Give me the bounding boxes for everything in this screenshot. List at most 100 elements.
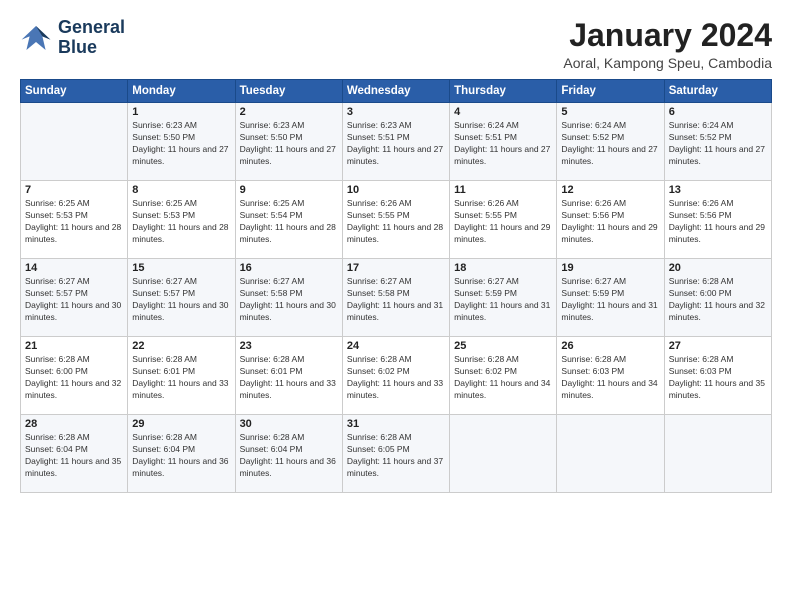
calendar-cell: 5 Sunrise: 6:24 AM Sunset: 5:52 PM Daylig…: [557, 103, 664, 181]
calendar-cell: 17Sunrise: 6:27 AM Sunset: 5:58 PM Dayli…: [342, 259, 449, 337]
day-info: Sunrise: 6:28 AM Sunset: 6:04 PM Dayligh…: [25, 432, 123, 480]
day-info: Sunrise: 6:27 AM Sunset: 5:57 PM Dayligh…: [25, 276, 123, 324]
calendar-cell: [664, 415, 771, 493]
day-info: Sunrise: 6:28 AM Sunset: 6:00 PM Dayligh…: [25, 354, 123, 402]
day-number: 2: [240, 106, 338, 118]
calendar-week-row: 28 Sunrise: 6:28 AM Sunset: 6:04 PM Dayli…: [21, 415, 772, 493]
calendar-week-row: 14 Sunrise: 6:27 AM Sunset: 5:57 PM Dayli…: [21, 259, 772, 337]
title-block: January 2024 Aoral, Kampong Speu, Cambod…: [563, 18, 772, 71]
calendar-cell: 2Sunrise: 6:23 AM Sunset: 5:50 PM Daylig…: [235, 103, 342, 181]
calendar-cell: 16 Sunrise: 6:27 AM Sunset: 5:58 PM Dayli…: [235, 259, 342, 337]
calendar-page: General Blue January 2024 Aoral, Kampong…: [0, 0, 792, 612]
day-number: 18: [454, 262, 552, 274]
weekday-header: Monday: [128, 80, 235, 103]
weekday-header: Saturday: [664, 80, 771, 103]
day-number: 24: [347, 340, 445, 352]
day-info: Sunrise: 6:26 AM Sunset: 5:55 PM Dayligh…: [347, 198, 445, 246]
day-number: 15: [132, 262, 230, 274]
day-info: Sunrise: 6:24 AM Sunset: 5:52 PM Dayligh…: [561, 120, 659, 168]
calendar-cell: 25Sunrise: 6:28 AM Sunset: 6:02 PM Dayli…: [450, 337, 557, 415]
day-number: 5: [561, 106, 659, 118]
day-number: 16: [240, 262, 338, 274]
day-number: 8: [132, 184, 230, 196]
calendar-week-row: 1 Sunrise: 6:23 AM Sunset: 5:50 PM Daylig…: [21, 103, 772, 181]
day-number: 13: [669, 184, 767, 196]
calendar-cell: 19 Sunrise: 6:27 AM Sunset: 5:59 PM Dayli…: [557, 259, 664, 337]
calendar-cell: 21 Sunrise: 6:28 AM Sunset: 6:00 PM Dayli…: [21, 337, 128, 415]
calendar-cell: 12Sunrise: 6:26 AM Sunset: 5:56 PM Dayli…: [557, 181, 664, 259]
logo-text: General Blue: [58, 18, 125, 58]
day-number: 31: [347, 418, 445, 430]
day-info: Sunrise: 6:26 AM Sunset: 5:56 PM Dayligh…: [669, 198, 767, 246]
day-number: 20: [669, 262, 767, 274]
calendar-cell: 24Sunrise: 6:28 AM Sunset: 6:02 PM Dayli…: [342, 337, 449, 415]
calendar-cell: 9 Sunrise: 6:25 AM Sunset: 5:54 PM Daylig…: [235, 181, 342, 259]
day-info: Sunrise: 6:25 AM Sunset: 5:53 PM Dayligh…: [132, 198, 230, 246]
calendar-cell: 4 Sunrise: 6:24 AM Sunset: 5:51 PM Daylig…: [450, 103, 557, 181]
day-number: 19: [561, 262, 659, 274]
calendar-week-row: 7 Sunrise: 6:25 AM Sunset: 5:53 PM Daylig…: [21, 181, 772, 259]
day-info: Sunrise: 6:28 AM Sunset: 6:00 PM Dayligh…: [669, 276, 767, 324]
calendar-cell: 15 Sunrise: 6:27 AM Sunset: 5:57 PM Dayli…: [128, 259, 235, 337]
calendar-cell: [21, 103, 128, 181]
day-info: Sunrise: 6:28 AM Sunset: 6:01 PM Dayligh…: [240, 354, 338, 402]
day-info: Sunrise: 6:26 AM Sunset: 5:55 PM Dayligh…: [454, 198, 552, 246]
weekday-header: Friday: [557, 80, 664, 103]
weekday-header: Wednesday: [342, 80, 449, 103]
weekday-header: Thursday: [450, 80, 557, 103]
calendar-cell: 26 Sunrise: 6:28 AM Sunset: 6:03 PM Dayli…: [557, 337, 664, 415]
day-info: Sunrise: 6:28 AM Sunset: 6:04 PM Dayligh…: [240, 432, 338, 480]
day-info: Sunrise: 6:28 AM Sunset: 6:05 PM Dayligh…: [347, 432, 445, 480]
day-info: Sunrise: 6:28 AM Sunset: 6:03 PM Dayligh…: [561, 354, 659, 402]
day-info: Sunrise: 6:27 AM Sunset: 5:57 PM Dayligh…: [132, 276, 230, 324]
logo: General Blue: [20, 18, 125, 58]
calendar-cell: 1 Sunrise: 6:23 AM Sunset: 5:50 PM Daylig…: [128, 103, 235, 181]
day-info: Sunrise: 6:26 AM Sunset: 5:56 PM Dayligh…: [561, 198, 659, 246]
calendar-cell: [557, 415, 664, 493]
calendar-cell: 8 Sunrise: 6:25 AM Sunset: 5:53 PM Daylig…: [128, 181, 235, 259]
day-number: 21: [25, 340, 123, 352]
day-number: 26: [561, 340, 659, 352]
day-number: 1: [132, 106, 230, 118]
header: General Blue January 2024 Aoral, Kampong…: [20, 18, 772, 71]
day-info: Sunrise: 6:28 AM Sunset: 6:03 PM Dayligh…: [669, 354, 767, 402]
logo-line2: Blue: [58, 38, 125, 58]
logo-line1: General: [58, 18, 125, 38]
day-info: Sunrise: 6:28 AM Sunset: 6:02 PM Dayligh…: [454, 354, 552, 402]
day-number: 29: [132, 418, 230, 430]
day-number: 14: [25, 262, 123, 274]
day-info: Sunrise: 6:27 AM Sunset: 5:59 PM Dayligh…: [454, 276, 552, 324]
day-info: Sunrise: 6:24 AM Sunset: 5:51 PM Dayligh…: [454, 120, 552, 168]
day-number: 4: [454, 106, 552, 118]
day-info: Sunrise: 6:27 AM Sunset: 5:59 PM Dayligh…: [561, 276, 659, 324]
day-number: 9: [240, 184, 338, 196]
calendar-cell: 30 Sunrise: 6:28 AM Sunset: 6:04 PM Dayli…: [235, 415, 342, 493]
day-info: Sunrise: 6:25 AM Sunset: 5:53 PM Dayligh…: [25, 198, 123, 246]
calendar-table: SundayMondayTuesdayWednesdayThursdayFrid…: [20, 79, 772, 493]
calendar-cell: 28 Sunrise: 6:28 AM Sunset: 6:04 PM Dayli…: [21, 415, 128, 493]
logo-icon: [20, 22, 52, 54]
day-number: 22: [132, 340, 230, 352]
day-number: 30: [240, 418, 338, 430]
calendar-cell: 14 Sunrise: 6:27 AM Sunset: 5:57 PM Dayli…: [21, 259, 128, 337]
weekday-header: Sunday: [21, 80, 128, 103]
day-info: Sunrise: 6:25 AM Sunset: 5:54 PM Dayligh…: [240, 198, 338, 246]
calendar-cell: 6Sunrise: 6:24 AM Sunset: 5:52 PM Daylig…: [664, 103, 771, 181]
calendar-cell: 11Sunrise: 6:26 AM Sunset: 5:55 PM Dayli…: [450, 181, 557, 259]
day-number: 17: [347, 262, 445, 274]
calendar-cell: [450, 415, 557, 493]
day-number: 3: [347, 106, 445, 118]
day-info: Sunrise: 6:23 AM Sunset: 5:50 PM Dayligh…: [132, 120, 230, 168]
day-number: 28: [25, 418, 123, 430]
calendar-week-row: 21 Sunrise: 6:28 AM Sunset: 6:00 PM Dayli…: [21, 337, 772, 415]
weekday-header: Tuesday: [235, 80, 342, 103]
day-number: 10: [347, 184, 445, 196]
day-number: 7: [25, 184, 123, 196]
calendar-cell: 22Sunrise: 6:28 AM Sunset: 6:01 PM Dayli…: [128, 337, 235, 415]
calendar-cell: 18 Sunrise: 6:27 AM Sunset: 5:59 PM Dayli…: [450, 259, 557, 337]
day-info: Sunrise: 6:23 AM Sunset: 5:51 PM Dayligh…: [347, 120, 445, 168]
day-info: Sunrise: 6:27 AM Sunset: 5:58 PM Dayligh…: [240, 276, 338, 324]
calendar-cell: 3 Sunrise: 6:23 AM Sunset: 5:51 PM Daylig…: [342, 103, 449, 181]
calendar-cell: 27Sunrise: 6:28 AM Sunset: 6:03 PM Dayli…: [664, 337, 771, 415]
header-row: SundayMondayTuesdayWednesdayThursdayFrid…: [21, 80, 772, 103]
